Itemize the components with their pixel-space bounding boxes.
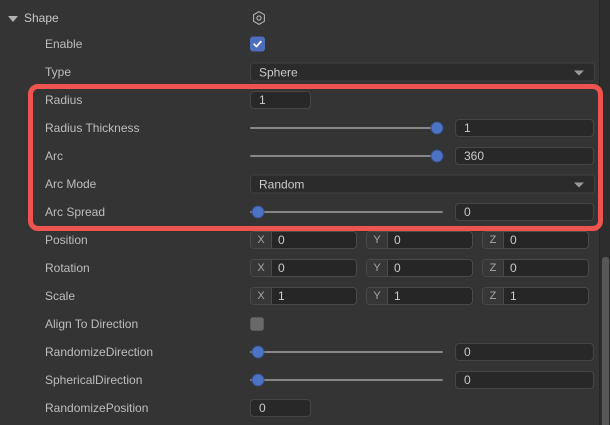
radius-thickness-label: Radius Thickness bbox=[45, 121, 140, 135]
radius-value: 1 bbox=[251, 93, 266, 107]
rotation-z-field[interactable]: Z 0 bbox=[482, 259, 589, 277]
slider-track[interactable] bbox=[250, 351, 443, 353]
slider-track[interactable] bbox=[250, 379, 443, 381]
scrollbar-thumb[interactable] bbox=[602, 257, 609, 425]
radius-thickness-slider[interactable] bbox=[250, 114, 443, 142]
checkmark-icon bbox=[252, 39, 263, 50]
rotation-y-field[interactable]: Y 0 bbox=[366, 259, 473, 277]
position-label: Position bbox=[45, 233, 88, 247]
arc-spread-label: Arc Spread bbox=[45, 205, 105, 219]
row-enable: Enable bbox=[0, 30, 610, 58]
module-title: Shape bbox=[24, 11, 59, 25]
arc-spread-input[interactable]: 0 bbox=[455, 203, 594, 221]
spherical-direction-label: SphericalDirection bbox=[45, 373, 142, 387]
rotation-y-value: 0 bbox=[388, 260, 401, 276]
arc-spread-slider[interactable] bbox=[250, 198, 443, 226]
axis-x-label: X bbox=[251, 260, 272, 276]
type-dropdown-value: Sphere bbox=[251, 65, 298, 79]
chevron-down-icon bbox=[574, 182, 584, 187]
slider-thumb[interactable] bbox=[431, 122, 444, 135]
row-rotation: Rotation X 0 Y 0 Z 0 bbox=[0, 254, 610, 282]
position-y-field[interactable]: Y 0 bbox=[366, 231, 473, 249]
randomize-direction-input[interactable]: 0 bbox=[455, 343, 594, 361]
slider-track[interactable] bbox=[250, 155, 443, 157]
align-to-direction-label: Align To Direction bbox=[45, 317, 138, 331]
arc-label: Arc bbox=[45, 149, 63, 163]
scale-y-value: 1 bbox=[388, 288, 401, 304]
axis-y-label: Y bbox=[367, 232, 388, 248]
radius-input[interactable]: 1 bbox=[250, 91, 311, 109]
row-scale: Scale X 1 Y 1 Z 1 bbox=[0, 282, 610, 310]
position-x-field[interactable]: X 0 bbox=[250, 231, 357, 249]
randomize-position-label: RandomizePosition bbox=[45, 401, 148, 415]
slider-thumb[interactable] bbox=[431, 150, 444, 163]
randomize-direction-slider[interactable] bbox=[250, 338, 443, 366]
rotation-x-field[interactable]: X 0 bbox=[250, 259, 357, 277]
scale-z-value: 1 bbox=[504, 288, 517, 304]
row-position: Position X 0 Y 0 Z 0 bbox=[0, 226, 610, 254]
arc-mode-dropdown[interactable]: Random bbox=[250, 175, 595, 194]
shape-module-header: Shape bbox=[0, 4, 610, 32]
row-randomize-position: RandomizePosition 0 bbox=[0, 394, 610, 422]
randomize-direction-value: 0 bbox=[456, 345, 471, 359]
row-type: Type Sphere bbox=[0, 58, 610, 86]
row-arc-mode: Arc Mode Random bbox=[0, 170, 610, 198]
row-arc: Arc 360 bbox=[0, 142, 610, 170]
spherical-direction-input[interactable]: 0 bbox=[455, 371, 594, 389]
position-y-value: 0 bbox=[388, 232, 401, 248]
enable-label: Enable bbox=[45, 37, 82, 51]
randomize-position-input[interactable]: 0 bbox=[250, 399, 311, 417]
axis-y-label: Y bbox=[367, 288, 388, 304]
spherical-direction-value: 0 bbox=[456, 373, 471, 387]
enable-checkbox[interactable] bbox=[250, 37, 265, 52]
position-z-field[interactable]: Z 0 bbox=[482, 231, 589, 249]
settings-gear-icon[interactable] bbox=[251, 10, 267, 26]
axis-z-label: Z bbox=[483, 288, 504, 304]
chevron-down-icon bbox=[574, 70, 584, 75]
scale-label: Scale bbox=[45, 289, 75, 303]
type-label: Type bbox=[45, 65, 71, 79]
scale-y-field[interactable]: Y 1 bbox=[366, 287, 473, 305]
axis-z-label: Z bbox=[483, 260, 504, 276]
scale-x-value: 1 bbox=[272, 288, 285, 304]
radius-label: Radius bbox=[45, 93, 82, 107]
foldout-expanded-icon[interactable] bbox=[8, 16, 18, 22]
arc-slider[interactable] bbox=[250, 142, 443, 170]
slider-thumb[interactable] bbox=[251, 374, 264, 387]
vertical-scrollbar[interactable] bbox=[599, 0, 610, 425]
row-spherical-direction: SphericalDirection 0 bbox=[0, 366, 610, 394]
scale-z-field[interactable]: Z 1 bbox=[482, 287, 589, 305]
scale-x-field[interactable]: X 1 bbox=[250, 287, 357, 305]
type-dropdown[interactable]: Sphere bbox=[250, 63, 595, 82]
arc-value: 360 bbox=[456, 149, 484, 163]
rotation-label: Rotation bbox=[45, 261, 90, 275]
row-arc-spread: Arc Spread 0 bbox=[0, 198, 610, 226]
row-randomize-direction: RandomizeDirection 0 bbox=[0, 338, 610, 366]
position-z-value: 0 bbox=[504, 232, 517, 248]
randomize-position-value: 0 bbox=[251, 401, 266, 415]
radius-thickness-input[interactable]: 1 bbox=[455, 119, 594, 137]
row-radius: Radius 1 bbox=[0, 86, 610, 114]
rotation-x-value: 0 bbox=[272, 260, 285, 276]
axis-z-label: Z bbox=[483, 232, 504, 248]
row-radius-thickness: Radius Thickness 1 bbox=[0, 114, 610, 142]
slider-thumb[interactable] bbox=[251, 346, 264, 359]
slider-track[interactable] bbox=[250, 211, 443, 213]
radius-thickness-value: 1 bbox=[456, 121, 471, 135]
position-x-value: 0 bbox=[272, 232, 285, 248]
randomize-direction-label: RandomizeDirection bbox=[45, 345, 153, 359]
spherical-direction-slider[interactable] bbox=[250, 366, 443, 394]
axis-x-label: X bbox=[251, 232, 272, 248]
slider-thumb[interactable] bbox=[251, 206, 264, 219]
axis-x-label: X bbox=[251, 288, 272, 304]
arc-mode-dropdown-value: Random bbox=[251, 177, 304, 191]
rotation-z-value: 0 bbox=[504, 260, 517, 276]
align-to-direction-checkbox[interactable] bbox=[250, 317, 264, 331]
arc-mode-label: Arc Mode bbox=[45, 177, 96, 191]
arc-input[interactable]: 360 bbox=[455, 147, 594, 165]
arc-spread-value: 0 bbox=[456, 205, 471, 219]
row-align-to-direction: Align To Direction bbox=[0, 310, 610, 338]
axis-y-label: Y bbox=[367, 260, 388, 276]
slider-track[interactable] bbox=[250, 127, 443, 129]
